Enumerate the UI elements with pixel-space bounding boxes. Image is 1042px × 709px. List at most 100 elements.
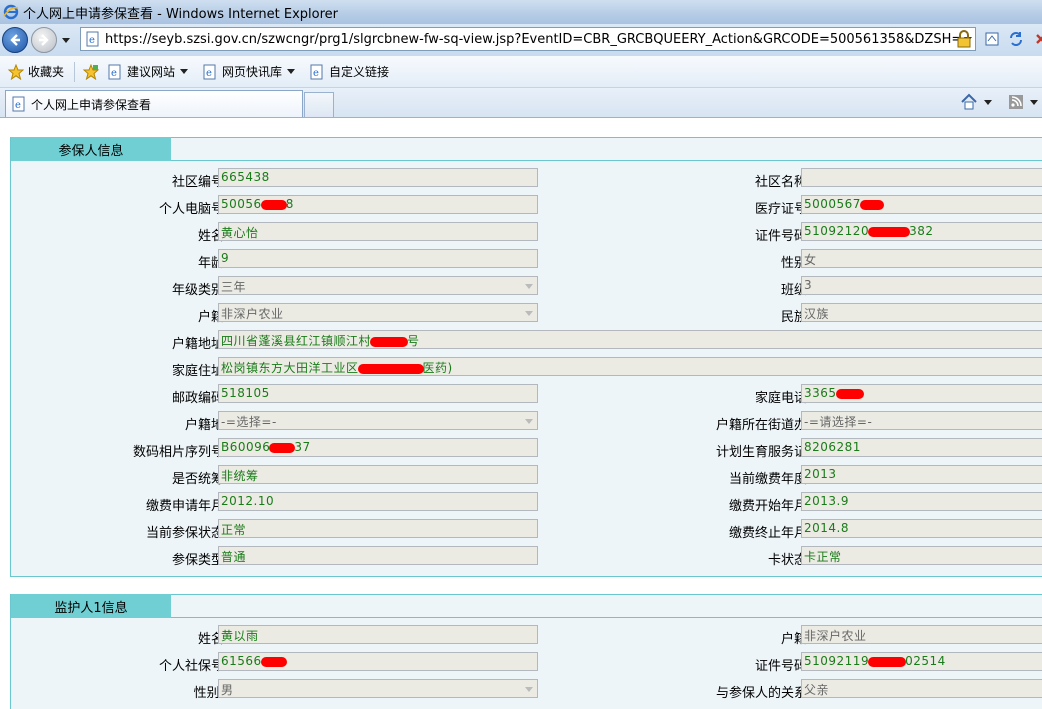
field-label: 社区名称 [754,175,807,190]
chevron-down-icon [984,99,992,105]
select-value: -=选择=- [221,415,277,429]
field-value: 50056 [221,197,262,211]
field-label: 参保类型 [171,553,224,568]
chevron-down-icon [525,687,533,692]
form-row: 户籍 非深户农业 民族 汉族 [11,302,1042,325]
form-row: 户籍地 -=选择=- 户籍所在街道办 -=请选择=- [11,410,1042,433]
feeds-button[interactable] [1008,91,1038,113]
field-value: 51092119 [804,654,870,668]
name-field: 黄心怡 [218,222,538,241]
redaction-mark [835,388,864,399]
window-title: 个人网上申请参保查看 - Windows Internet Explorer [23,6,338,22]
chevron-down-icon [525,284,533,289]
field-label: 证件号码 [754,229,807,244]
form-row: 缴费申请年月 2012.10 缴费开始年月 2013.9 [11,491,1042,514]
form-row: 家庭住址 松岗镇东方大田洋工业区 医药) [11,356,1042,379]
field-value: 51092120 [804,224,870,238]
forward-arrow-icon [39,34,49,46]
field-value: 四川省蓬溪县红江镇顺江村 [221,334,372,348]
window-titlebar: 个人网上申请参保查看 - Windows Internet Explorer [0,0,1042,24]
section-title: 监护人1信息 [11,594,171,618]
form-row: 邮政编码 518105 家庭电话 3365 [11,383,1042,406]
favorites-label: 收藏夹 [28,65,65,79]
form-row: 是否统筹 非统筹 当前缴费年度 2013 [11,464,1042,487]
tab-active[interactable]: e 个人网上申请参保查看 [5,90,303,117]
community-name-field [801,168,1042,187]
divider [74,61,76,82]
fav-link-suggested-sites[interactable]: e 建议网站 [107,63,189,80]
field-label: 证件号码 [754,659,807,674]
street-office-select[interactable]: -=请选择=- [801,411,1042,430]
guardian-gender-select[interactable]: 男 [218,679,538,698]
field-value: 松岗镇东方大田洋工业区 [221,361,359,375]
refresh-button[interactable] [1005,28,1027,50]
field-value: 5000567 [804,197,861,211]
chevron-down-icon [525,419,533,424]
fav-link-label: 网页快讯库 [222,65,283,79]
forward-button[interactable] [31,27,57,53]
class-field: 3 [801,276,1042,295]
household-type-select[interactable]: 非深户农业 [218,303,538,322]
field-label: 个人社保号 [158,659,224,674]
guardian-social-security-field: 61566 [218,652,538,671]
recent-pages-dropdown[interactable] [59,33,73,47]
community-id-field: 665438 [218,168,538,187]
svg-text:e: e [206,68,212,79]
field-label: 当前缴费年度 [728,472,807,487]
redaction-mark [260,199,287,210]
stop-button[interactable] [1030,28,1042,50]
compatibility-icon [985,32,999,46]
ethnicity-field: 汉族 [801,303,1042,322]
ie-page-icon: e [12,96,25,112]
select-value: 男 [221,683,234,697]
svg-text:e: e [15,100,21,111]
guardian-panel: 监护人1信息 姓名 黄以雨 户籍 非深户农业 个人社保号 61566 证件号码 … [10,594,1042,709]
payment-end-month-field: 2014.8 [801,519,1042,538]
redaction-mark [859,199,884,210]
add-favorite-button[interactable] [83,63,103,80]
family-planning-cert-field: 8206281 [801,438,1042,457]
address-bar[interactable]: e https://seyb.szsi.gov.cn/szwcngr/prg1/… [80,27,976,51]
ie-logo-icon [3,4,19,20]
section-title: 参保人信息 [11,137,171,161]
new-tab-button[interactable] [304,92,334,117]
id-number-field: 51092120 382 [801,222,1042,241]
back-button[interactable] [2,27,28,53]
field-label: 缴费开始年月 [728,499,807,514]
field-label: 家庭住址 [171,364,224,379]
household-address-field: 四川省蓬溪县红江镇顺江村 号 [218,330,1042,349]
url-text[interactable]: https://seyb.szsi.gov.cn/szwcngr/prg1/sl… [105,32,961,47]
fav-link-label: 自定义链接 [329,65,390,79]
lock-icon[interactable] [955,29,973,49]
compatibility-view-button[interactable] [981,28,1003,50]
form-row: 性别: 男 与参保人的关系 父亲 [11,678,1042,701]
home-icon [961,93,977,110]
form-row: 个人社保号 61566 证件号码 51092119 02514 [11,651,1042,674]
fav-link-web-slice[interactable]: e 网页快讯库 [202,63,296,80]
home-address-field: 松岗镇东方大田洋工业区 医药) [218,357,1042,376]
form-row: 个人电脑号 50056 8 医疗证号 5000567 [11,194,1042,217]
personal-computer-number-field: 50056 8 [218,195,538,214]
field-value: 61566 [221,654,262,668]
household-location-select[interactable]: -=选择=- [218,411,538,430]
fav-link-custom[interactable]: e 自定义链接 [309,63,389,80]
ie-page-icon: e [203,64,216,79]
chevron-down-icon [525,311,533,316]
fav-link-label: 建议网站 [127,65,176,79]
guardian-relation-field: 父亲 [801,679,1042,698]
favorites-button[interactable]: 收藏夹 [8,63,64,80]
payment-apply-month-field: 2012.10 [218,492,538,511]
page-content: 参保人信息 社区编号 665438 社区名称 个人电脑号 50056 8 医疗证号… [0,118,1042,709]
form-row: 年龄 9 性别 女 [11,248,1042,271]
grade-select[interactable]: 三年 [218,276,538,295]
field-label: 个人电脑号 [158,202,224,217]
field-label: 当前参保状态 [145,526,224,541]
svg-text:e: e [89,35,95,46]
home-button[interactable] [960,91,992,113]
chevron-down-icon [180,69,189,74]
field-value-tail: 医药) [422,361,453,375]
favorites-bar: 收藏夹 e 建议网站 e 网页快讯库 e 自定义链接 [0,56,1042,88]
payment-start-month-field: 2013.9 [801,492,1042,511]
age-field: 9 [218,249,538,268]
back-arrow-icon [10,34,20,46]
